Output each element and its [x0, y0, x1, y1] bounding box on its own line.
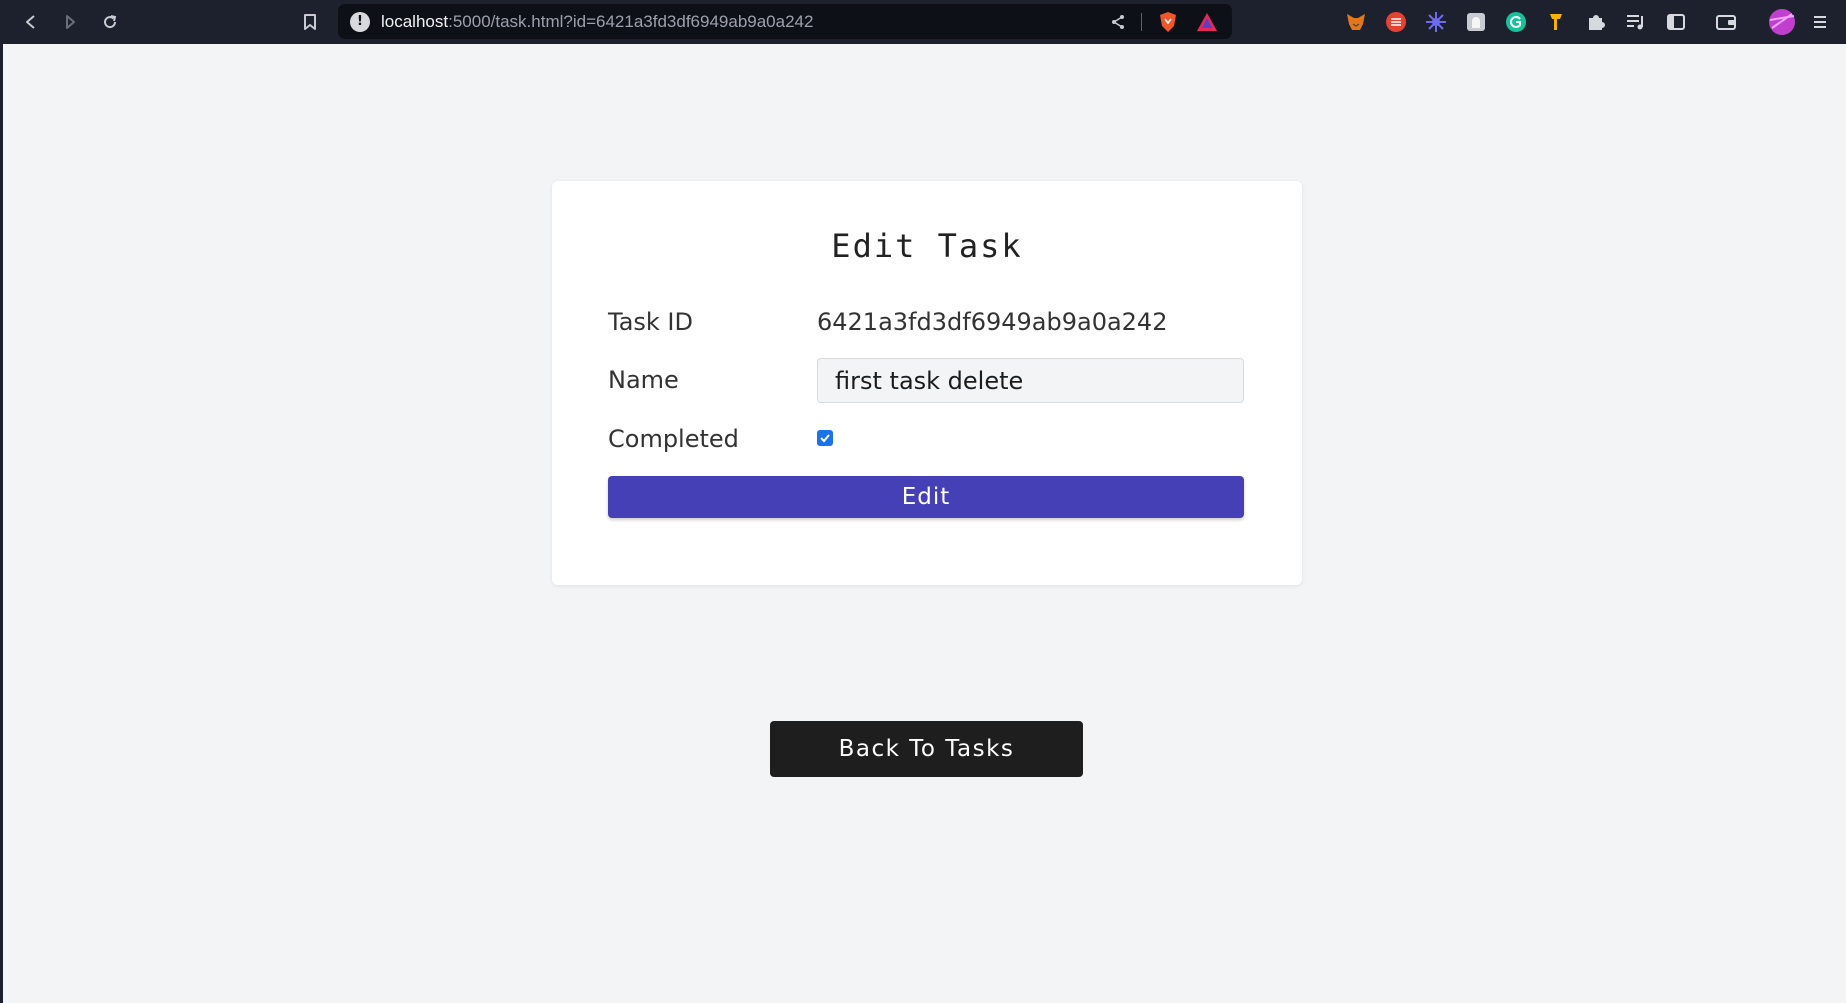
- task-id-label: Task ID: [608, 308, 693, 336]
- todoist-icon[interactable]: [1382, 8, 1410, 36]
- brave-rewards-icon[interactable]: [1195, 10, 1219, 34]
- task-id-value: 6421a3fd3df6949ab9a0a242: [817, 308, 1168, 336]
- edit-task-card: Edit Task Task ID 6421a3fd3df6949ab9a0a2…: [552, 181, 1302, 585]
- checkmark-icon: [820, 434, 830, 443]
- brave-shield-icon[interactable]: [1156, 10, 1180, 34]
- window-edge: [0, 44, 3, 1003]
- back-arrow-icon: [26, 15, 35, 29]
- url-text: localhost:5000/task.html?id=6421a3fd3df6…: [381, 12, 813, 32]
- forward-nav-button[interactable]: [56, 8, 84, 36]
- menu-icon[interactable]: [1806, 8, 1834, 36]
- completed-label: Completed: [608, 425, 739, 453]
- forward-arrow-icon: [66, 15, 75, 29]
- browser-toolbar: ! localhost:5000/task.html?id=6421a3fd3d…: [0, 0, 1846, 44]
- profile-avatar[interactable]: [1768, 8, 1796, 36]
- name-input[interactable]: [817, 358, 1244, 403]
- card-title: Edit Task: [831, 227, 1023, 265]
- url-path: :5000/task.html?id=6421a3fd3df6949ab9a0a…: [448, 11, 814, 31]
- playlist-icon[interactable]: [1622, 8, 1650, 36]
- sidebar-icon[interactable]: [1662, 8, 1690, 36]
- puzzle-icon[interactable]: [1582, 8, 1610, 36]
- back-nav-button[interactable]: [17, 8, 45, 36]
- reload-icon: [104, 15, 117, 29]
- wallet-icon[interactable]: [1712, 8, 1740, 36]
- url-host: localhost: [381, 11, 449, 31]
- completed-checkbox[interactable]: [817, 430, 833, 446]
- metamask-icon[interactable]: [1342, 8, 1370, 36]
- reload-button[interactable]: [96, 8, 124, 36]
- url-separator: [1141, 13, 1142, 31]
- name-label: Name: [608, 366, 679, 394]
- key-icon[interactable]: [1542, 8, 1570, 36]
- bookmark-button[interactable]: [296, 8, 324, 36]
- ghost-icon[interactable]: [1462, 8, 1490, 36]
- sparkle-icon[interactable]: [1422, 8, 1450, 36]
- info-icon[interactable]: !: [350, 11, 370, 32]
- edit-button[interactable]: Edit: [608, 476, 1244, 518]
- bookmark-icon: [304, 14, 316, 30]
- share-icon[interactable]: [1106, 10, 1130, 34]
- back-to-tasks-button[interactable]: Back To Tasks: [770, 721, 1083, 777]
- grammarly-icon[interactable]: [1502, 8, 1530, 36]
- address-bar[interactable]: ! localhost:5000/task.html?id=6421a3fd3d…: [338, 4, 1232, 39]
